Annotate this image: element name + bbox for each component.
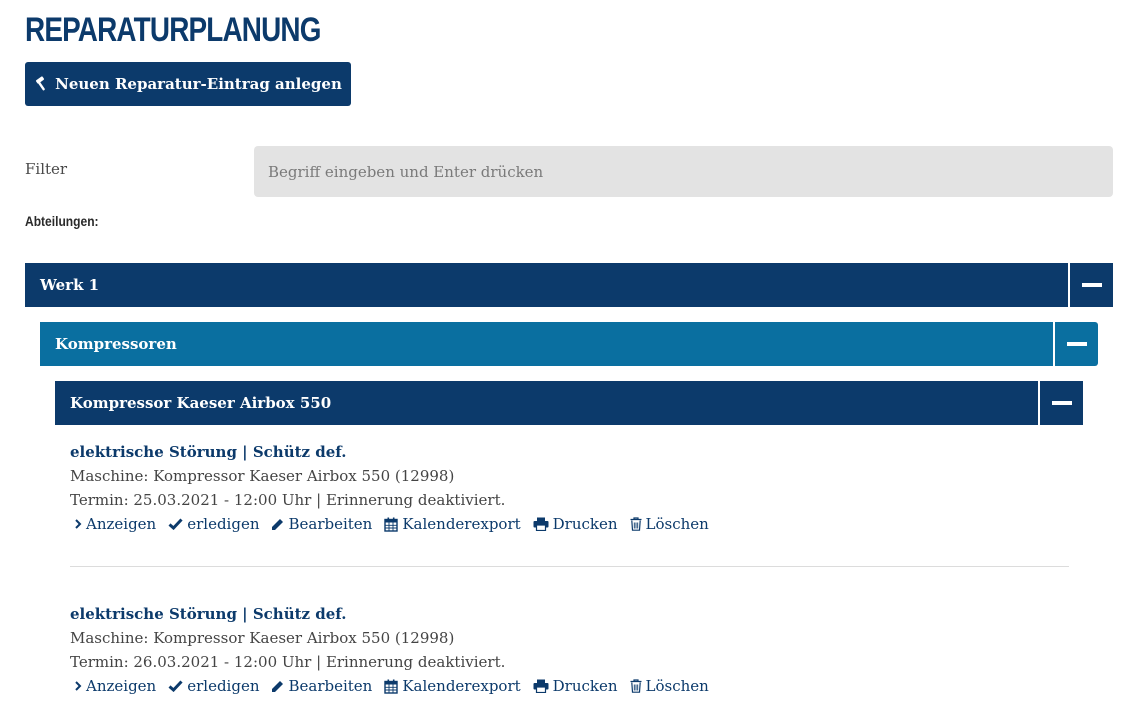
new-repair-entry-label: Neuen Reparatur-Eintrag anlegen — [55, 75, 342, 93]
entry-actions: Anzeigen erledigen Bearbeiten Kalenderex… — [70, 674, 1070, 698]
collapse-werk-button[interactable] — [1068, 263, 1113, 307]
entry-termin: Termin: 26.03.2021 - 12:00 Uhr | Erinner… — [70, 653, 506, 671]
print-action[interactable]: Drucken — [533, 512, 618, 536]
done-action[interactable]: erledigen — [168, 674, 259, 698]
repair-entry: elektrische Störung | Schütz def. Maschi… — [70, 440, 1070, 536]
entry-divider — [70, 566, 1069, 567]
group-title-werk: Werk 1 — [40, 276, 100, 294]
delete-action-label: Löschen — [645, 677, 709, 695]
printer-icon — [533, 517, 549, 531]
print-action-label: Drucken — [552, 515, 618, 533]
page: REPARATURPLANUNG Neuen Reparatur-Eintrag… — [0, 0, 1139, 702]
hammer-icon — [36, 76, 45, 91]
calendar-icon — [384, 517, 399, 532]
entry-actions: Anzeigen erledigen Bearbeiten Kalenderex… — [70, 512, 1070, 536]
entry-machine: Maschine: Kompressor Kaeser Airbox 550 (… — [70, 629, 455, 647]
edit-action-label: Bearbeiten — [288, 677, 373, 695]
show-action-label: Anzeigen — [86, 515, 157, 533]
edit-action[interactable]: Bearbeiten — [271, 674, 372, 698]
printer-icon — [533, 679, 549, 693]
group-title-machine: Kompressor Kaeser Airbox 550 — [70, 394, 332, 412]
entry-title[interactable]: elektrische Störung | Schütz def. — [70, 602, 1070, 626]
calendar-export-label: Kalenderexport — [402, 515, 521, 533]
calendar-export-label: Kalenderexport — [402, 677, 521, 695]
delete-action-label: Löschen — [645, 515, 709, 533]
delete-action[interactable]: Löschen — [630, 674, 709, 698]
minus-icon — [1051, 401, 1072, 405]
group-header-machine[interactable]: Kompressor Kaeser Airbox 550 — [55, 381, 1083, 425]
check-icon — [168, 518, 183, 530]
trash-icon — [630, 679, 642, 693]
departments-label: Abteilungen: — [25, 213, 99, 229]
filter-input[interactable] — [254, 146, 1113, 197]
new-repair-entry-button[interactable]: Neuen Reparatur-Eintrag anlegen — [25, 62, 351, 106]
delete-action[interactable]: Löschen — [630, 512, 709, 536]
collapse-machine-button[interactable] — [1038, 381, 1083, 425]
done-action-label: erledigen — [187, 677, 260, 695]
edit-action-label: Bearbeiten — [288, 515, 373, 533]
entry-termin: Termin: 25.03.2021 - 12:00 Uhr | Erinner… — [70, 491, 506, 509]
show-action[interactable]: Anzeigen — [74, 674, 156, 698]
calendar-export-action[interactable]: Kalenderexport — [384, 674, 521, 698]
entry-title[interactable]: elektrische Störung | Schütz def. — [70, 440, 1070, 464]
done-action[interactable]: erledigen — [168, 512, 259, 536]
entry-machine: Maschine: Kompressor Kaeser Airbox 550 (… — [70, 467, 455, 485]
filter-label: Filter — [25, 160, 68, 178]
print-action-label: Drucken — [552, 677, 618, 695]
done-action-label: erledigen — [187, 515, 260, 533]
chevron-right-icon — [75, 681, 82, 691]
group-header-category[interactable]: Kompressoren — [40, 322, 1098, 366]
group-header-werk[interactable]: Werk 1 — [25, 263, 1113, 307]
page-title: REPARATURPLANUNG — [25, 11, 321, 49]
minus-icon — [1066, 342, 1087, 346]
calendar-export-action[interactable]: Kalenderexport — [384, 512, 521, 536]
show-action-label: Anzeigen — [86, 677, 157, 695]
minus-icon — [1081, 283, 1102, 287]
pencil-icon — [272, 680, 284, 692]
repair-entry: elektrische Störung | Schütz def. Maschi… — [70, 602, 1070, 698]
check-icon — [168, 680, 183, 692]
chevron-right-icon — [75, 519, 82, 529]
trash-icon — [630, 517, 642, 531]
collapse-category-button[interactable] — [1053, 322, 1098, 366]
show-action[interactable]: Anzeigen — [74, 512, 156, 536]
group-title-category: Kompressoren — [55, 335, 177, 353]
print-action[interactable]: Drucken — [533, 674, 618, 698]
edit-action[interactable]: Bearbeiten — [271, 512, 372, 536]
pencil-icon — [272, 518, 284, 530]
calendar-icon — [384, 679, 399, 694]
